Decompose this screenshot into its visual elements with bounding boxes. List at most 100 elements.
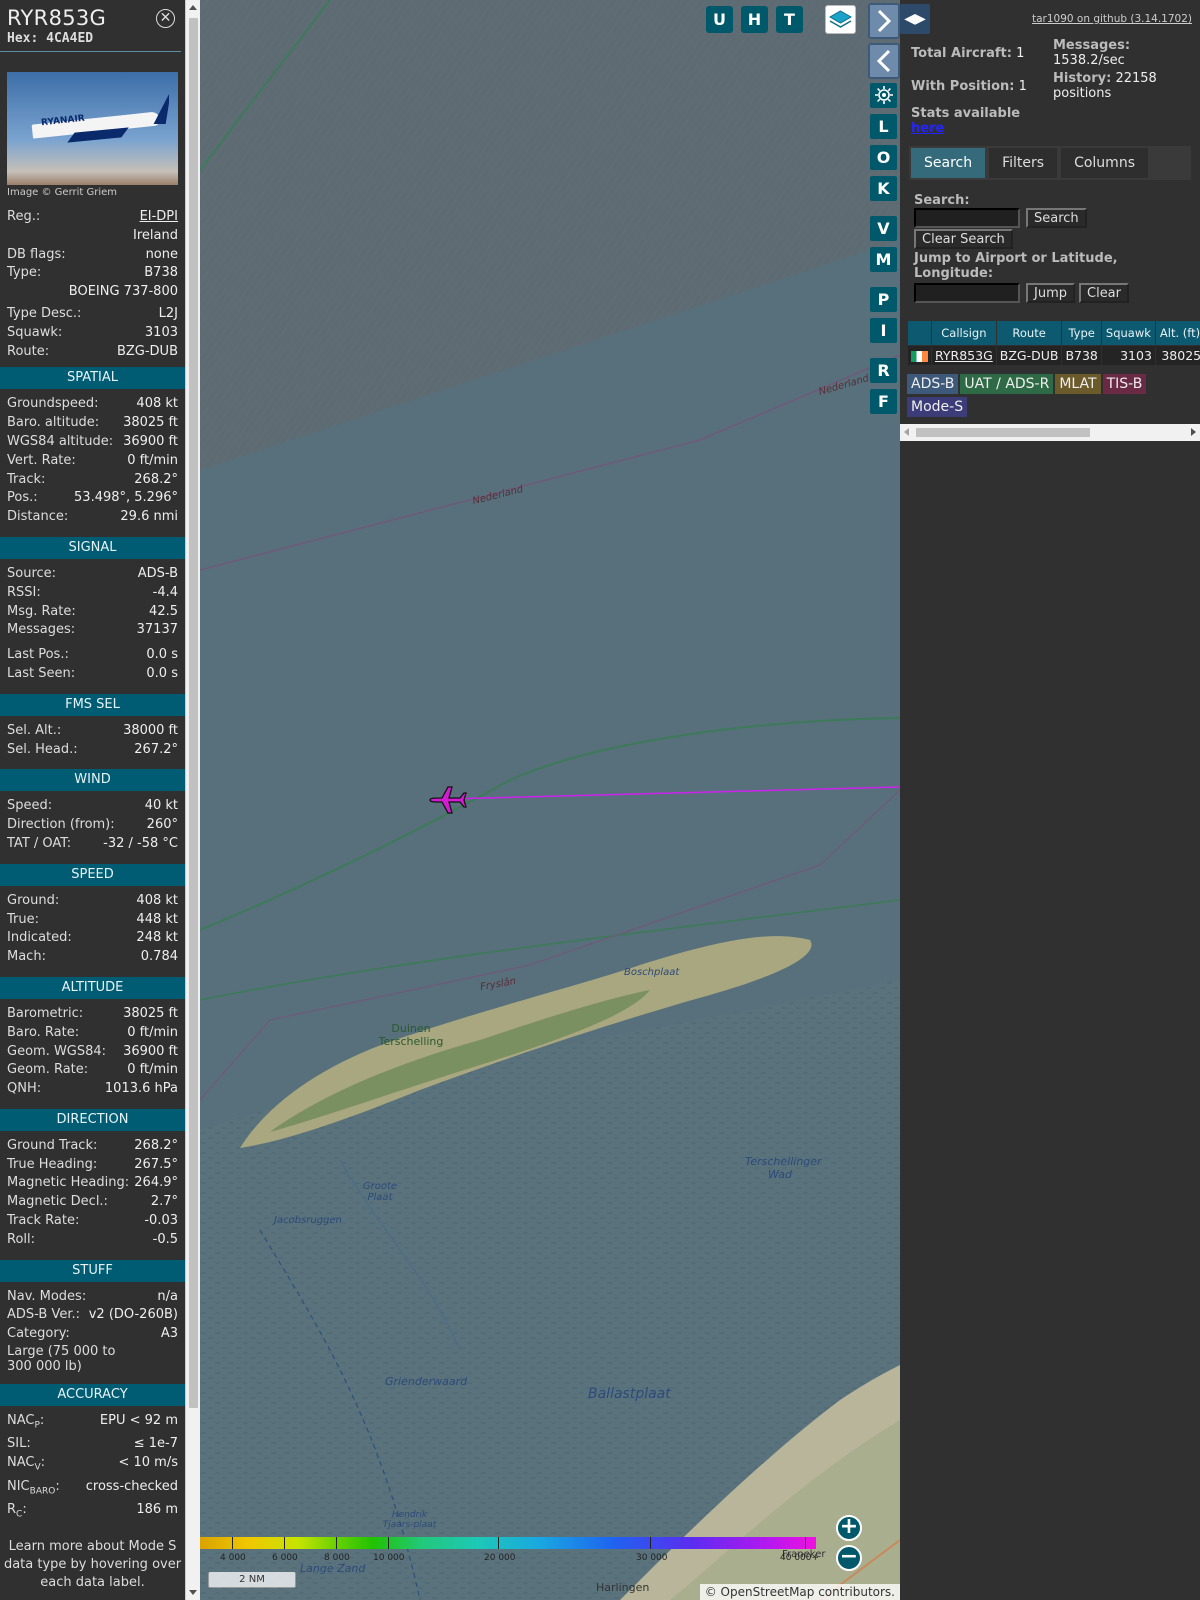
t-button[interactable]: T [776, 6, 803, 33]
zoom-out-button[interactable]: − [836, 1545, 862, 1571]
stats-here-link[interactable]: here [911, 121, 944, 136]
legend-ads-b[interactable]: ADS-B [907, 374, 959, 394]
jump-label: Jump to Airport or Latitude, Longitude: [914, 251, 1118, 281]
detail-row: Sel. Head.: 267.2° [0, 741, 185, 760]
label-base: NAC [7, 1413, 35, 1429]
detail-row: Pos.: 53.498°, 5.296° [0, 489, 185, 508]
search-input[interactable] [914, 208, 1020, 228]
altitude-legend-bar [200, 1537, 816, 1549]
detail-label: Msg. Rate: [7, 603, 76, 619]
github-link[interactable]: tar1090 on github (3.14.1702) [1032, 13, 1192, 25]
gear-icon[interactable] [870, 83, 897, 108]
jump-button[interactable]: Jump [1026, 283, 1075, 303]
legend-tis-b[interactable]: TIS-B [1102, 374, 1147, 394]
column-header[interactable]: Callsign [931, 320, 997, 346]
detail-label: DB flags: [7, 246, 66, 262]
l-button[interactable]: L [870, 114, 897, 139]
detail-row: Indicated: 248 kt [0, 929, 185, 948]
detail-row: BOEING 737-800 [0, 283, 185, 302]
registration-link[interactable]: EI-DPI [140, 208, 178, 227]
aircraft-marker-icon[interactable] [428, 781, 468, 819]
tab-filters[interactable]: Filters [989, 148, 1058, 178]
tab-columns[interactable]: Columns [1061, 148, 1148, 178]
v-button[interactable]: V [870, 216, 897, 241]
detail-row: Route: BZG-DUB [0, 343, 185, 362]
legend-mode-s[interactable]: Mode-S [907, 397, 968, 417]
detail-value: 264.9° [134, 1175, 178, 1191]
map-label: Hendrik Tjaars-plaat [382, 1510, 437, 1530]
altitude-tick-label: 30 000 [636, 1553, 668, 1563]
r-button[interactable]: R [870, 358, 897, 383]
detail-value: ≤ 1e-7 [133, 1436, 178, 1452]
detail-label: Type Desc.: [7, 305, 82, 321]
detail-label: SIL: [7, 1436, 31, 1452]
detail-label: Barometric: [7, 1005, 84, 1021]
detail-value: 36900 ft [123, 433, 178, 449]
detail-row: Ireland [0, 227, 185, 246]
sidebar-scrollbar[interactable] [185, 0, 200, 1600]
map[interactable]: Nederland Nederland Fryslân Boschplaat D… [200, 0, 900, 1600]
map-attribution[interactable]: © OpenStreetMap contributors. [699, 1584, 900, 1600]
k-button[interactable]: K [870, 176, 897, 201]
legend-mlat[interactable]: MLAT [1055, 374, 1101, 394]
table-horizontal-scrollbar[interactable] [900, 424, 1200, 441]
u-button[interactable]: U [706, 6, 733, 33]
detail-label: Magnetic Decl.: [7, 1194, 108, 1210]
detail-value: BOEING 737-800 [68, 284, 178, 300]
scroll-right-icon[interactable] [1191, 428, 1196, 436]
column-header[interactable]: Route [995, 320, 1063, 346]
column-header[interactable]: Squawk [1100, 320, 1156, 346]
row-callsign[interactable]: RYR853G [931, 345, 997, 366]
chevron-left-icon[interactable] [868, 43, 900, 79]
detail-value: 36900 ft [123, 1043, 178, 1059]
o-button[interactable]: O [870, 145, 897, 170]
zoom-in-button[interactable]: + [836, 1515, 862, 1541]
p-button[interactable]: P [870, 287, 897, 312]
f-button[interactable]: F [870, 389, 897, 414]
scroll-down-icon[interactable] [189, 1590, 197, 1595]
detail-row: Sel. Alt.: 38000 ft [0, 722, 185, 741]
scroll-left-icon[interactable] [904, 428, 909, 436]
detail-label: Groundspeed: [7, 396, 99, 412]
expand-arrows-icon[interactable]: ◀▶ [900, 4, 930, 34]
h-button[interactable]: H [741, 6, 768, 33]
detail-value: 29.6 nmi [120, 509, 178, 525]
detail-label: Category: [7, 1326, 70, 1342]
close-icon[interactable]: ✕ [156, 9, 175, 28]
detail-value: 267.5° [134, 1156, 178, 1172]
scrollbar-thumb[interactable] [189, 18, 198, 1408]
table-row[interactable]: RYR853G BZG-DUB B738 3103 38025 [907, 345, 1200, 366]
aircraft-photo[interactable]: RYANAIR [7, 72, 178, 185]
column-header[interactable]: Type [1061, 320, 1102, 346]
map-label: Jacobsruggen [274, 1215, 342, 1226]
detail-row: Category: A3 [0, 1325, 185, 1344]
stats-available-label: Stats available [911, 106, 1021, 121]
m-button[interactable]: M [870, 247, 897, 272]
layers-icon[interactable] [825, 5, 856, 34]
scale-line: 2 NM [208, 1572, 296, 1588]
search-area: Search: Search Clear Search Jump to Airp… [914, 193, 1194, 303]
detail-value: 0.0 s [146, 647, 178, 663]
i-button[interactable]: I [870, 318, 897, 343]
detail-row: Ground: 408 kt [0, 892, 185, 911]
detail-row: Track: 268.2° [0, 471, 185, 490]
detail-row: True Heading: 267.5° [0, 1156, 185, 1175]
clear-search-button[interactable]: Clear Search [914, 229, 1013, 249]
clear-jump-button[interactable]: Clear [1079, 283, 1129, 303]
detail-label: Geom. WGS84: [7, 1043, 107, 1059]
section-header-fms-sel: FMS SEL [0, 693, 185, 716]
row-altitude: 38025 [1154, 345, 1200, 366]
chevron-right-icon[interactable] [868, 3, 900, 39]
column-header[interactable]: Alt. (ft) [1154, 320, 1200, 346]
flag-ireland-icon [907, 345, 932, 366]
scroll-up-icon[interactable] [189, 5, 197, 10]
legend-uat-ads-r[interactable]: UAT / ADS-R [960, 374, 1054, 394]
detail-value: 186 m [136, 1502, 178, 1518]
hscroll-thumb[interactable] [916, 428, 1090, 437]
search-button[interactable]: Search [1026, 208, 1087, 228]
jump-input[interactable] [914, 283, 1020, 303]
detail-label: Geom. Rate: [7, 1062, 89, 1078]
tab-search[interactable]: Search [911, 148, 986, 178]
detail-row: Msg. Rate: 42.5 [0, 603, 185, 622]
detail-label: Sel. Head.: [7, 741, 78, 757]
